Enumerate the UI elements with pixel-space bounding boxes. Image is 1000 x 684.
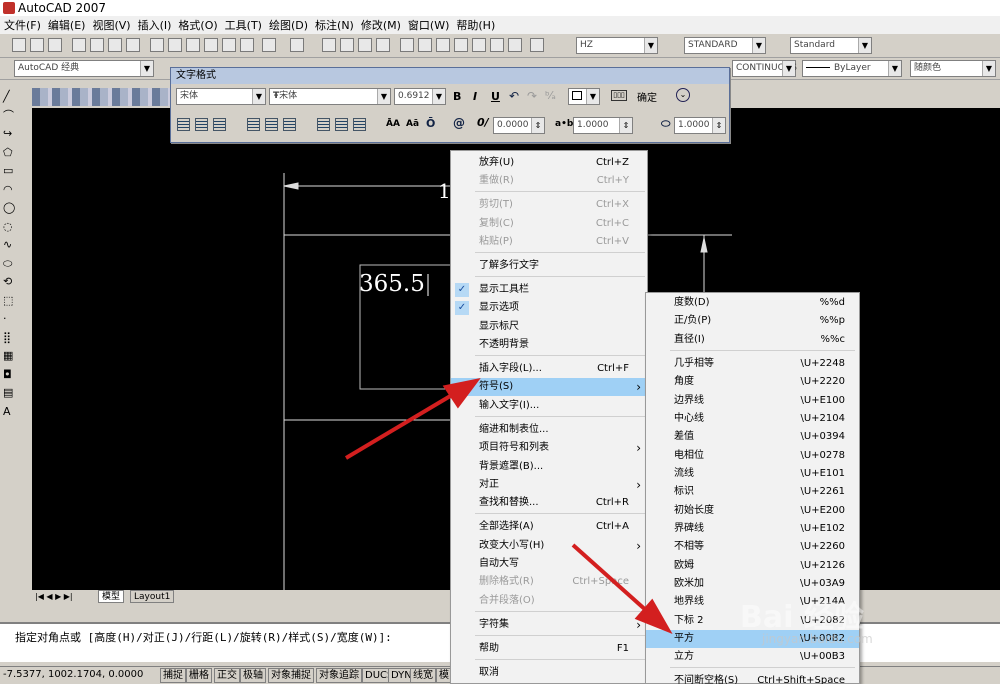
red-arrow-1	[344, 393, 454, 460]
watermark-logo: Bai 经验	[740, 600, 864, 635]
red-arrow-2	[571, 543, 650, 614]
annotation-arrows	[344, 378, 673, 634]
red-arrow-1-head	[442, 378, 481, 409]
watermark-url: jingyan.baidu.com	[762, 632, 873, 646]
